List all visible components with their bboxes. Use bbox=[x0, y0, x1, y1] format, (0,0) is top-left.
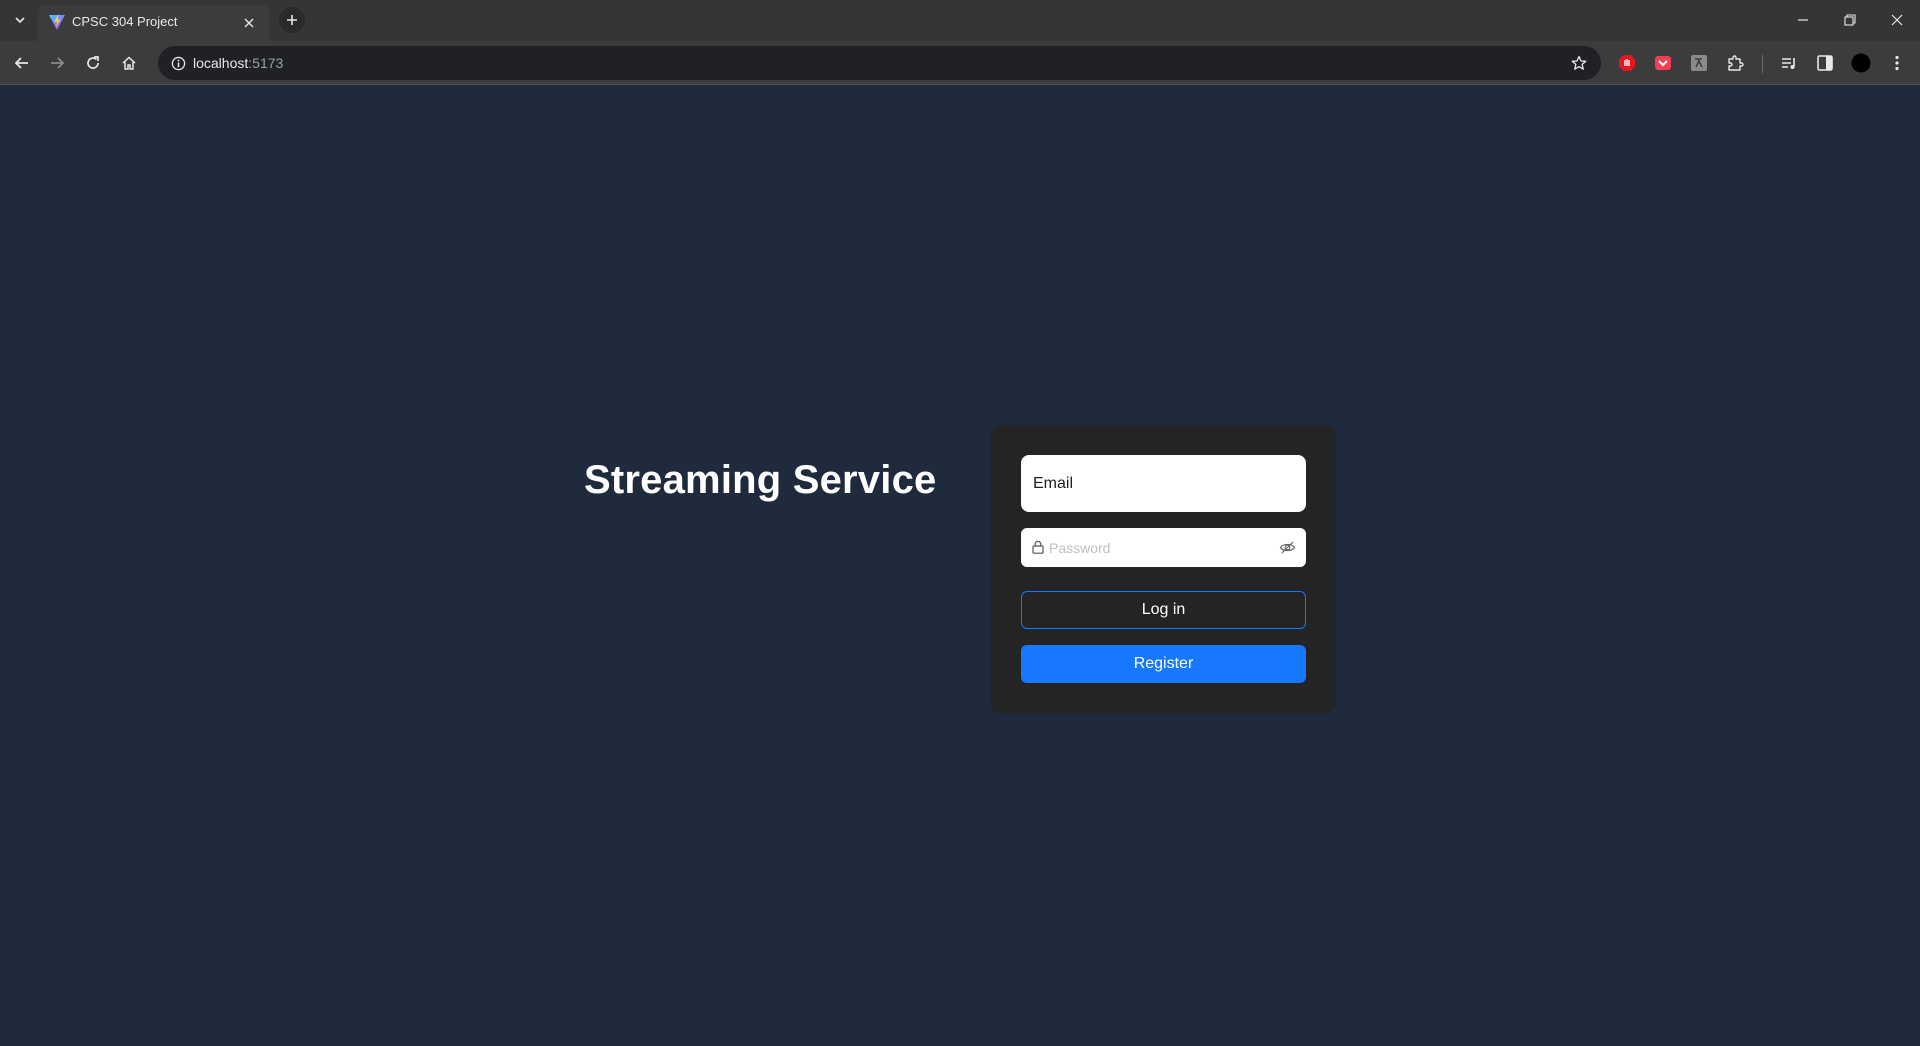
address-bar[interactable]: localhost:5173 bbox=[158, 46, 1601, 80]
extension-translate-icon bbox=[1691, 55, 1707, 71]
window-close-button[interactable] bbox=[1874, 0, 1920, 40]
browser-tab-strip: CPSC 304 Project bbox=[0, 0, 1920, 41]
profile-button[interactable] bbox=[1849, 51, 1873, 75]
close-icon bbox=[244, 18, 254, 28]
new-tab-button[interactable] bbox=[279, 7, 305, 33]
chevron-down-icon bbox=[15, 17, 25, 24]
password-field[interactable] bbox=[1021, 528, 1306, 567]
back-icon bbox=[14, 57, 28, 69]
login-card: Log in Register bbox=[991, 425, 1336, 713]
menu-kebab-icon bbox=[1895, 55, 1899, 71]
bookmark-button[interactable] bbox=[1567, 51, 1591, 75]
vite-icon bbox=[49, 14, 65, 30]
tab-title: CPSC 304 Project bbox=[72, 14, 178, 29]
tab-close-button[interactable] bbox=[240, 14, 258, 32]
profile-avatar-icon bbox=[1851, 53, 1871, 73]
restore-button[interactable] bbox=[1827, 0, 1873, 40]
extension-adblock-icon bbox=[1619, 55, 1635, 71]
page-viewport bbox=[0, 86, 1920, 1046]
toolbar-separator bbox=[1762, 55, 1763, 73]
reload-icon bbox=[87, 56, 99, 69]
password-input[interactable] bbox=[1049, 528, 1269, 567]
register-button[interactable]: Register bbox=[1021, 645, 1306, 683]
browser-toolbar: localhost:5173 bbox=[0, 41, 1920, 85]
login-button[interactable]: Log in bbox=[1021, 591, 1306, 629]
eye-invisible-icon[interactable] bbox=[1279, 539, 1296, 556]
restore-icon bbox=[1844, 14, 1856, 26]
media-controls-icon bbox=[1782, 58, 1795, 69]
page-title: Streaming Service bbox=[584, 458, 937, 502]
site-info-icon bbox=[171, 56, 185, 70]
extension-pocket-icon bbox=[1655, 56, 1671, 70]
side-panel-button[interactable] bbox=[1813, 51, 1837, 75]
lock-icon bbox=[1032, 540, 1044, 554]
extension-translate-button[interactable] bbox=[1687, 51, 1711, 75]
site-info-button[interactable] bbox=[166, 51, 190, 75]
minimize-button[interactable] bbox=[1780, 0, 1826, 40]
extension-adblock-button[interactable] bbox=[1615, 51, 1639, 75]
url-host: localhost bbox=[193, 55, 249, 71]
back-button[interactable] bbox=[8, 49, 36, 77]
bookmark-star-icon bbox=[1571, 55, 1587, 70]
extension-pocket-button[interactable] bbox=[1651, 51, 1675, 75]
forward-icon bbox=[51, 57, 65, 69]
email-input[interactable] bbox=[1021, 455, 1306, 512]
home-icon bbox=[122, 56, 136, 70]
window-close-icon bbox=[1891, 14, 1903, 26]
browser-menu-button[interactable] bbox=[1885, 51, 1909, 75]
plus-icon bbox=[287, 15, 297, 25]
side-panel-icon bbox=[1817, 55, 1833, 71]
home-button[interactable] bbox=[115, 49, 143, 77]
browser-tab-active[interactable]: CPSC 304 Project bbox=[38, 5, 270, 41]
extensions-puzzle-icon bbox=[1728, 55, 1744, 71]
address-url[interactable]: localhost:5173 bbox=[193, 55, 283, 71]
forward-button[interactable] bbox=[43, 49, 71, 77]
media-controls-button[interactable] bbox=[1777, 51, 1801, 75]
extensions-button[interactable] bbox=[1723, 51, 1747, 75]
url-port: :5173 bbox=[248, 55, 284, 71]
tab-search-button[interactable] bbox=[8, 8, 32, 32]
minimize-icon bbox=[1798, 19, 1808, 21]
reload-button[interactable] bbox=[79, 49, 107, 77]
